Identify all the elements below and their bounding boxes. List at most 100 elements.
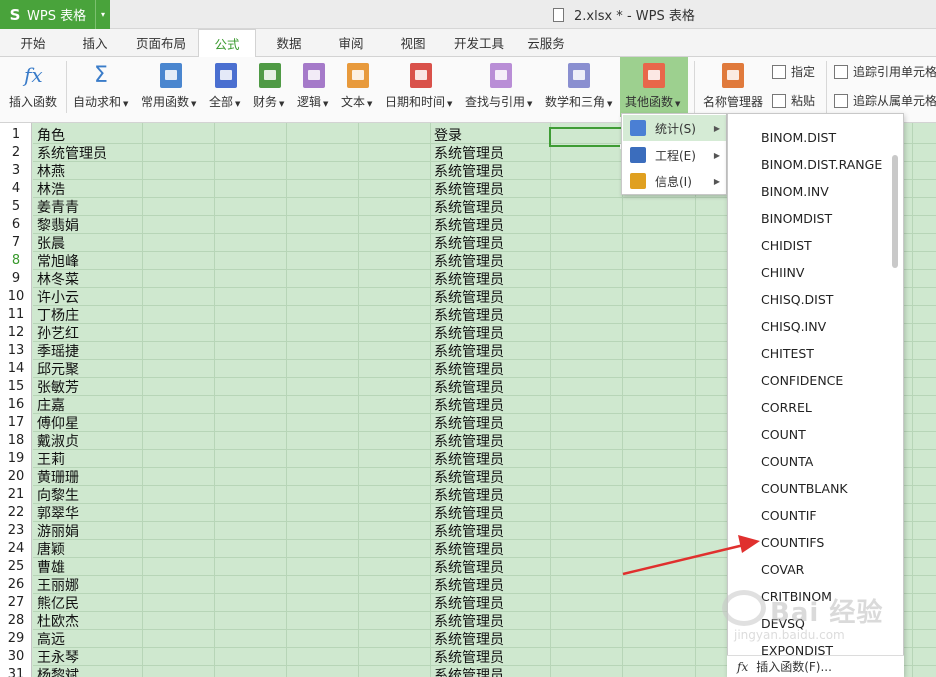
row-number[interactable]: 31 bbox=[0, 666, 32, 677]
cell-login[interactable]: 系统管理员 bbox=[434, 361, 504, 379]
function-item-chisq-inv[interactable]: CHISQ.INV bbox=[761, 313, 826, 340]
row-number[interactable]: 3 bbox=[0, 162, 32, 180]
cell-login[interactable]: 系统管理员 bbox=[434, 577, 504, 595]
autosum-button[interactable]: Σ 自动求和 ▼ bbox=[70, 57, 134, 117]
cell-role[interactable]: 王丽娜 bbox=[37, 577, 79, 595]
define-name-button[interactable]: 指定 bbox=[772, 63, 815, 80]
row-number[interactable]: 11 bbox=[0, 306, 32, 324]
cell-login[interactable]: 系统管理员 bbox=[434, 397, 504, 415]
function-item-chitest[interactable]: CHITEST bbox=[761, 340, 814, 367]
cell-login[interactable]: 系统管理员 bbox=[434, 667, 504, 677]
insert-function-button[interactable]: fx 插入函数 bbox=[4, 57, 64, 117]
cell-login[interactable]: 登录 bbox=[434, 127, 462, 145]
cell-login[interactable]: 系统管理员 bbox=[434, 631, 504, 649]
name-manager-button[interactable]: 名称管理器 bbox=[700, 57, 766, 117]
cell-login[interactable]: 系统管理员 bbox=[434, 613, 504, 631]
cell-role[interactable]: 王永琴 bbox=[37, 649, 79, 667]
cell-role[interactable]: 邱元聚 bbox=[37, 361, 79, 379]
tab-page-layout[interactable]: 页面布局 bbox=[126, 29, 196, 57]
datetime-functions-button[interactable]: 日期和时间 ▼ bbox=[382, 57, 460, 117]
cell-role[interactable]: 张晨 bbox=[37, 235, 65, 253]
cell-role[interactable]: 高远 bbox=[37, 631, 65, 649]
tab-view[interactable]: 视图 bbox=[384, 29, 442, 57]
function-item-binom-dist[interactable]: BINOM.DIST bbox=[761, 124, 836, 151]
app-menu-button[interactable]: S WPS 表格 ▾ bbox=[0, 0, 110, 29]
tab-developer[interactable]: 开发工具 bbox=[446, 29, 512, 57]
cell-role[interactable]: 傅仰星 bbox=[37, 415, 79, 433]
cell-login[interactable]: 系统管理员 bbox=[434, 163, 504, 181]
cell-login[interactable]: 系统管理员 bbox=[434, 379, 504, 397]
row-number[interactable]: 6 bbox=[0, 216, 32, 234]
cell-role[interactable]: 孙艺红 bbox=[37, 325, 79, 343]
cell-login[interactable]: 系统管理员 bbox=[434, 469, 504, 487]
cell-role[interactable]: 熊亿民 bbox=[37, 595, 79, 613]
row-number[interactable]: 9 bbox=[0, 270, 32, 288]
cell-role[interactable]: 王莉 bbox=[37, 451, 65, 469]
cell-login[interactable]: 系统管理员 bbox=[434, 487, 504, 505]
cell-login[interactable]: 系统管理员 bbox=[434, 253, 504, 271]
cell-login[interactable]: 系统管理员 bbox=[434, 433, 504, 451]
row-number[interactable]: 22 bbox=[0, 504, 32, 522]
function-item-covar[interactable]: COVAR bbox=[761, 556, 804, 583]
function-item-binom-dist-range[interactable]: BINOM.DIST.RANGE bbox=[761, 151, 882, 178]
cell-login[interactable]: 系统管理员 bbox=[434, 343, 504, 361]
logic-functions-button[interactable]: 逻辑 ▼ bbox=[294, 57, 334, 117]
finance-functions-button[interactable]: 财务 ▼ bbox=[250, 57, 290, 117]
cell-role[interactable]: 唐颖 bbox=[37, 541, 65, 559]
math-functions-button[interactable]: 数学和三角 ▼ bbox=[543, 57, 618, 117]
cell-role[interactable]: 许小云 bbox=[37, 289, 79, 307]
menu-item-statistics[interactable]: 统计(S) ▶ bbox=[623, 115, 726, 141]
cell-login[interactable]: 系统管理员 bbox=[434, 307, 504, 325]
cell-login[interactable]: 系统管理员 bbox=[434, 181, 504, 199]
menu-item-info[interactable]: 信息(I) ▶ bbox=[623, 168, 726, 194]
cell-role[interactable]: 庄嘉 bbox=[37, 397, 65, 415]
cell-login[interactable]: 系统管理员 bbox=[434, 649, 504, 667]
row-number[interactable]: 28 bbox=[0, 612, 32, 630]
row-number[interactable]: 29 bbox=[0, 630, 32, 648]
function-item-correl[interactable]: CORREL bbox=[761, 394, 812, 421]
row-number[interactable]: 16 bbox=[0, 396, 32, 414]
function-item-count[interactable]: COUNT bbox=[761, 421, 806, 448]
cell-role[interactable]: 曹雄 bbox=[37, 559, 65, 577]
menu-scrollbar[interactable] bbox=[892, 155, 898, 268]
cell-login[interactable]: 系统管理员 bbox=[434, 595, 504, 613]
cell-login[interactable]: 系统管理员 bbox=[434, 541, 504, 559]
text-functions-button[interactable]: 文本 ▼ bbox=[338, 57, 378, 117]
trace-precedents-button[interactable]: 追踪引用单元格 bbox=[834, 63, 936, 80]
row-number[interactable]: 13 bbox=[0, 342, 32, 360]
cell-role[interactable]: 林浩 bbox=[37, 181, 65, 199]
trace-dependents-button[interactable]: 追踪从属单元格 bbox=[834, 92, 936, 109]
function-item-binom-inv[interactable]: BINOM.INV bbox=[761, 178, 829, 205]
cell-login[interactable]: 系统管理员 bbox=[434, 451, 504, 469]
menu-item-engineering[interactable]: 工程(E) ▶ bbox=[623, 142, 726, 168]
row-number[interactable]: 18 bbox=[0, 432, 32, 450]
cell-role[interactable]: 张敏芳 bbox=[37, 379, 79, 397]
selected-cell[interactable] bbox=[549, 127, 625, 149]
cell-role[interactable]: 林冬菜 bbox=[37, 271, 79, 289]
function-item-chisq-dist[interactable]: CHISQ.DIST bbox=[761, 286, 833, 313]
app-menu-dropdown-icon[interactable]: ▾ bbox=[95, 0, 110, 29]
tab-data[interactable]: 数据 bbox=[260, 29, 318, 57]
cell-login[interactable]: 系统管理员 bbox=[434, 559, 504, 577]
row-number[interactable]: 17 bbox=[0, 414, 32, 432]
cell-login[interactable]: 系统管理员 bbox=[434, 145, 504, 163]
tab-home[interactable]: 开始 bbox=[2, 29, 64, 57]
tab-review[interactable]: 审阅 bbox=[322, 29, 380, 57]
row-number[interactable]: 5 bbox=[0, 198, 32, 216]
other-functions-button[interactable]: 其他函数 ▼ bbox=[620, 57, 688, 117]
function-item-confidence[interactable]: CONFIDENCE bbox=[761, 367, 843, 394]
cell-login[interactable]: 系统管理员 bbox=[434, 199, 504, 217]
row-number[interactable]: 12 bbox=[0, 324, 32, 342]
cell-login[interactable]: 系统管理员 bbox=[434, 289, 504, 307]
cell-role[interactable]: 游丽娟 bbox=[37, 523, 79, 541]
row-number[interactable]: 24 bbox=[0, 540, 32, 558]
cell-role[interactable]: 常旭峰 bbox=[37, 253, 79, 271]
row-number[interactable]: 1 bbox=[0, 126, 32, 144]
cell-role[interactable]: 姜青青 bbox=[37, 199, 79, 217]
function-item-counta[interactable]: COUNTA bbox=[761, 448, 813, 475]
cell-login[interactable]: 系统管理员 bbox=[434, 505, 504, 523]
lookup-functions-button[interactable]: 查找与引用 ▼ bbox=[464, 57, 540, 117]
insert-function-menu-item[interactable]: fx 插入函数(F)... bbox=[727, 655, 904, 677]
cell-role[interactable]: 系统管理员 bbox=[37, 145, 107, 163]
paste-name-button[interactable]: 粘贴 bbox=[772, 92, 815, 109]
